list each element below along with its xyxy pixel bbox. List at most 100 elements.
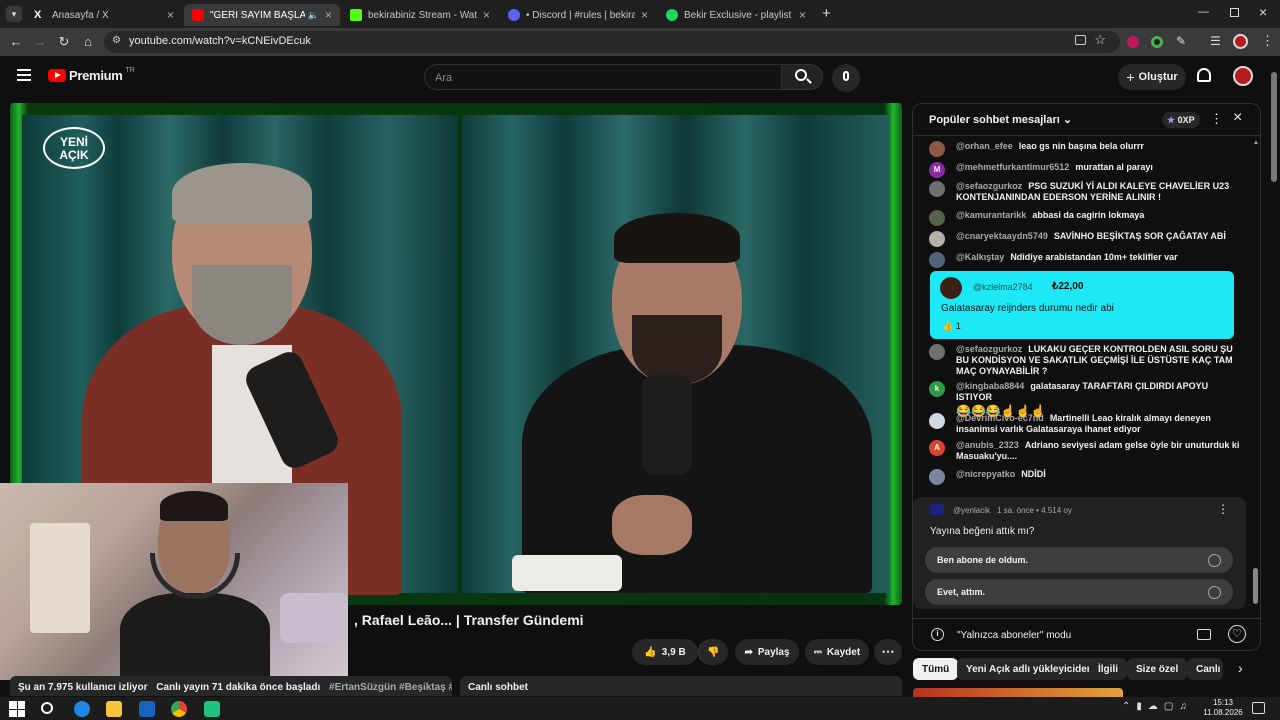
avatar[interactable]: A	[929, 440, 945, 456]
save-button[interactable]: ⎓ Kaydet	[805, 639, 869, 665]
chat-menu-icon[interactable]: ⋮	[1210, 111, 1223, 127]
address-bar[interactable]: ⚙ youtube.com/watch?v=kCNEivDEcuk ☆	[104, 31, 1120, 53]
tab-spotify[interactable]: Bekir Exclusive - playlist by Bek ×	[658, 4, 814, 26]
avatar[interactable]	[929, 469, 945, 485]
chip-live[interactable]: Canlı	[1187, 658, 1223, 680]
hashtags[interactable]: #ErtanSüzgün #Beşiktaş #ÇağataySö	[329, 682, 452, 693]
hamburger-menu-icon[interactable]	[17, 69, 31, 81]
close-tab-icon[interactable]: ×	[799, 8, 806, 22]
search-icon[interactable]	[41, 702, 53, 714]
channel-avatar[interactable]	[930, 504, 944, 515]
mail-icon[interactable]	[139, 701, 155, 717]
close-tab-icon[interactable]: ×	[325, 8, 332, 22]
youtube-premium-logo[interactable]: Premium TR	[48, 67, 135, 83]
chrome-icon[interactable]	[171, 701, 187, 717]
clock[interactable]: 15:13 11.08.2026	[1203, 698, 1243, 718]
radio-button[interactable]	[1208, 585, 1221, 599]
heart-icon[interactable]: ♡	[1228, 625, 1246, 643]
browser-menu-icon[interactable]: ⋮	[1261, 33, 1274, 49]
chat-author[interactable]: @Kalkıştay	[956, 252, 1004, 262]
scrollbar-thumb[interactable]	[1253, 568, 1258, 604]
site-info-icon[interactable]: ⚙	[112, 35, 121, 46]
poll-menu-icon[interactable]: ⋮	[1217, 502, 1229, 516]
dislike-button[interactable]: 👎	[698, 639, 728, 665]
chat-author[interactable]: @anubis_2323	[956, 440, 1019, 450]
bookmark-star-icon[interactable]: ☆	[1094, 32, 1106, 48]
extension-icon[interactable]	[1151, 36, 1163, 48]
chevron-right-icon[interactable]: ›	[1238, 660, 1243, 676]
avatar[interactable]	[929, 210, 945, 226]
tab-discord[interactable]: • Discord | #rules | bekirabiniz ×	[500, 4, 656, 26]
close-window-icon[interactable]: ×	[1259, 4, 1267, 20]
chat-author[interactable]: @sefaozgurkoz	[956, 181, 1022, 191]
taskbar-tray-icons[interactable]: ⌃▮☁▢♫	[1122, 701, 1193, 712]
chat-author[interactable]: @nicrepyatko	[956, 469, 1015, 479]
close-tab-icon[interactable]: ×	[483, 8, 490, 22]
tab-x[interactable]: X Anasayfa / X ×	[26, 4, 182, 26]
extensions-puzzle-icon[interactable]: ✎	[1176, 34, 1186, 48]
app-icon[interactable]	[204, 701, 220, 717]
reload-icon[interactable]: ↻	[56, 34, 72, 50]
like-button[interactable]: 👍 3,9 B	[632, 639, 698, 665]
chip-from-uploader[interactable]: Yeni Açık adlı yükleyiciden	[957, 658, 1102, 680]
info-icon[interactable]: i	[931, 628, 944, 641]
speaker-icon[interactable]: 🔈	[308, 10, 319, 21]
avatar[interactable]	[940, 277, 962, 299]
scrollbar-thumb[interactable]	[1271, 72, 1277, 182]
tab-list-button[interactable]: ▾	[6, 6, 22, 22]
account-avatar[interactable]	[1233, 66, 1253, 86]
edge-icon[interactable]	[74, 701, 90, 717]
chat-author[interactable]: @mehmetfurkantimur6512	[956, 162, 1069, 172]
tab-kick[interactable]: bekirabiniz Stream - Watch Live ×	[342, 4, 498, 26]
avatar[interactable]	[929, 252, 945, 268]
notifications-bell-icon[interactable]	[1197, 68, 1211, 82]
avatar[interactable]: k	[929, 381, 945, 397]
profile-avatar[interactable]	[1233, 34, 1248, 49]
close-chat-icon[interactable]: ×	[1233, 109, 1242, 127]
search-input[interactable]: Ara	[424, 64, 782, 90]
windows-start-icon[interactable]	[9, 701, 25, 717]
media-control-icon[interactable]: ☰	[1210, 34, 1221, 48]
recommendation-thumbnail[interactable]	[913, 688, 1123, 697]
super-chat-card[interactable]: @kzlelma2784 ₺22,00 Galatasaray reijnder…	[930, 271, 1234, 339]
close-tab-icon[interactable]: ×	[641, 8, 648, 22]
chat-mode-dropdown[interactable]: Popüler sohbet mesajları ⌄	[929, 113, 1072, 126]
new-tab-button[interactable]: +	[822, 5, 831, 22]
tab-youtube[interactable]: "GERİ SAYIM BAŞLADI" Du 🔈 ×	[184, 4, 340, 26]
avatar[interactable]	[929, 344, 945, 360]
chat-author[interactable]: @kingbaba8844	[956, 381, 1024, 391]
scroll-up-icon[interactable]: ▲	[1253, 140, 1259, 146]
chat-author[interactable]: @orhan_efee	[956, 141, 1013, 151]
share-button[interactable]: ➦ Paylaş	[735, 639, 799, 665]
notifications-icon[interactable]	[1252, 702, 1265, 714]
poll-option[interactable]: Ben abone de oldum.	[925, 547, 1233, 573]
minimize-window-icon[interactable]: —	[1198, 6, 1209, 18]
chip-for-you[interactable]: Size özel	[1127, 658, 1188, 680]
avatar[interactable]	[929, 231, 945, 247]
currency-icon[interactable]	[1197, 629, 1211, 640]
search-button[interactable]	[781, 64, 823, 90]
chip-all[interactable]: Tümü	[913, 658, 959, 680]
home-icon[interactable]: ⌂	[80, 34, 96, 50]
chat-author[interactable]: @DevrimCivo-ec7nd	[956, 413, 1044, 423]
live-chat-section[interactable]: Canlı sohbet	[460, 676, 902, 696]
restore-window-icon[interactable]	[1230, 8, 1239, 17]
chat-author[interactable]: @sefaozgurkoz	[956, 344, 1022, 354]
avatar[interactable]: M	[929, 162, 945, 178]
install-app-icon[interactable]	[1075, 35, 1086, 45]
avatar[interactable]	[929, 413, 945, 429]
voice-search-button[interactable]	[832, 64, 860, 92]
more-actions-button[interactable]: ⋯	[874, 639, 902, 665]
radio-button[interactable]	[1208, 553, 1221, 567]
super-chat-author[interactable]: @kzlelma2784	[973, 282, 1033, 292]
avatar[interactable]	[929, 181, 945, 197]
page-scrollbar[interactable]	[1270, 60, 1278, 696]
avatar[interactable]	[929, 141, 945, 157]
chip-related[interactable]: İlgili	[1089, 658, 1127, 680]
poll-author[interactable]: @yenlacik	[953, 506, 990, 515]
poll-option[interactable]: Evet, attım.	[925, 579, 1233, 605]
chat-scrollbar[interactable]: ▲	[1253, 140, 1259, 610]
xp-badge[interactable]: ★ 0XP	[1162, 112, 1200, 128]
forward-icon[interactable]: →	[32, 34, 48, 50]
description-box[interactable]: Şu an 7.975 kullanıcı izliyor Canlı yayı…	[10, 676, 452, 696]
